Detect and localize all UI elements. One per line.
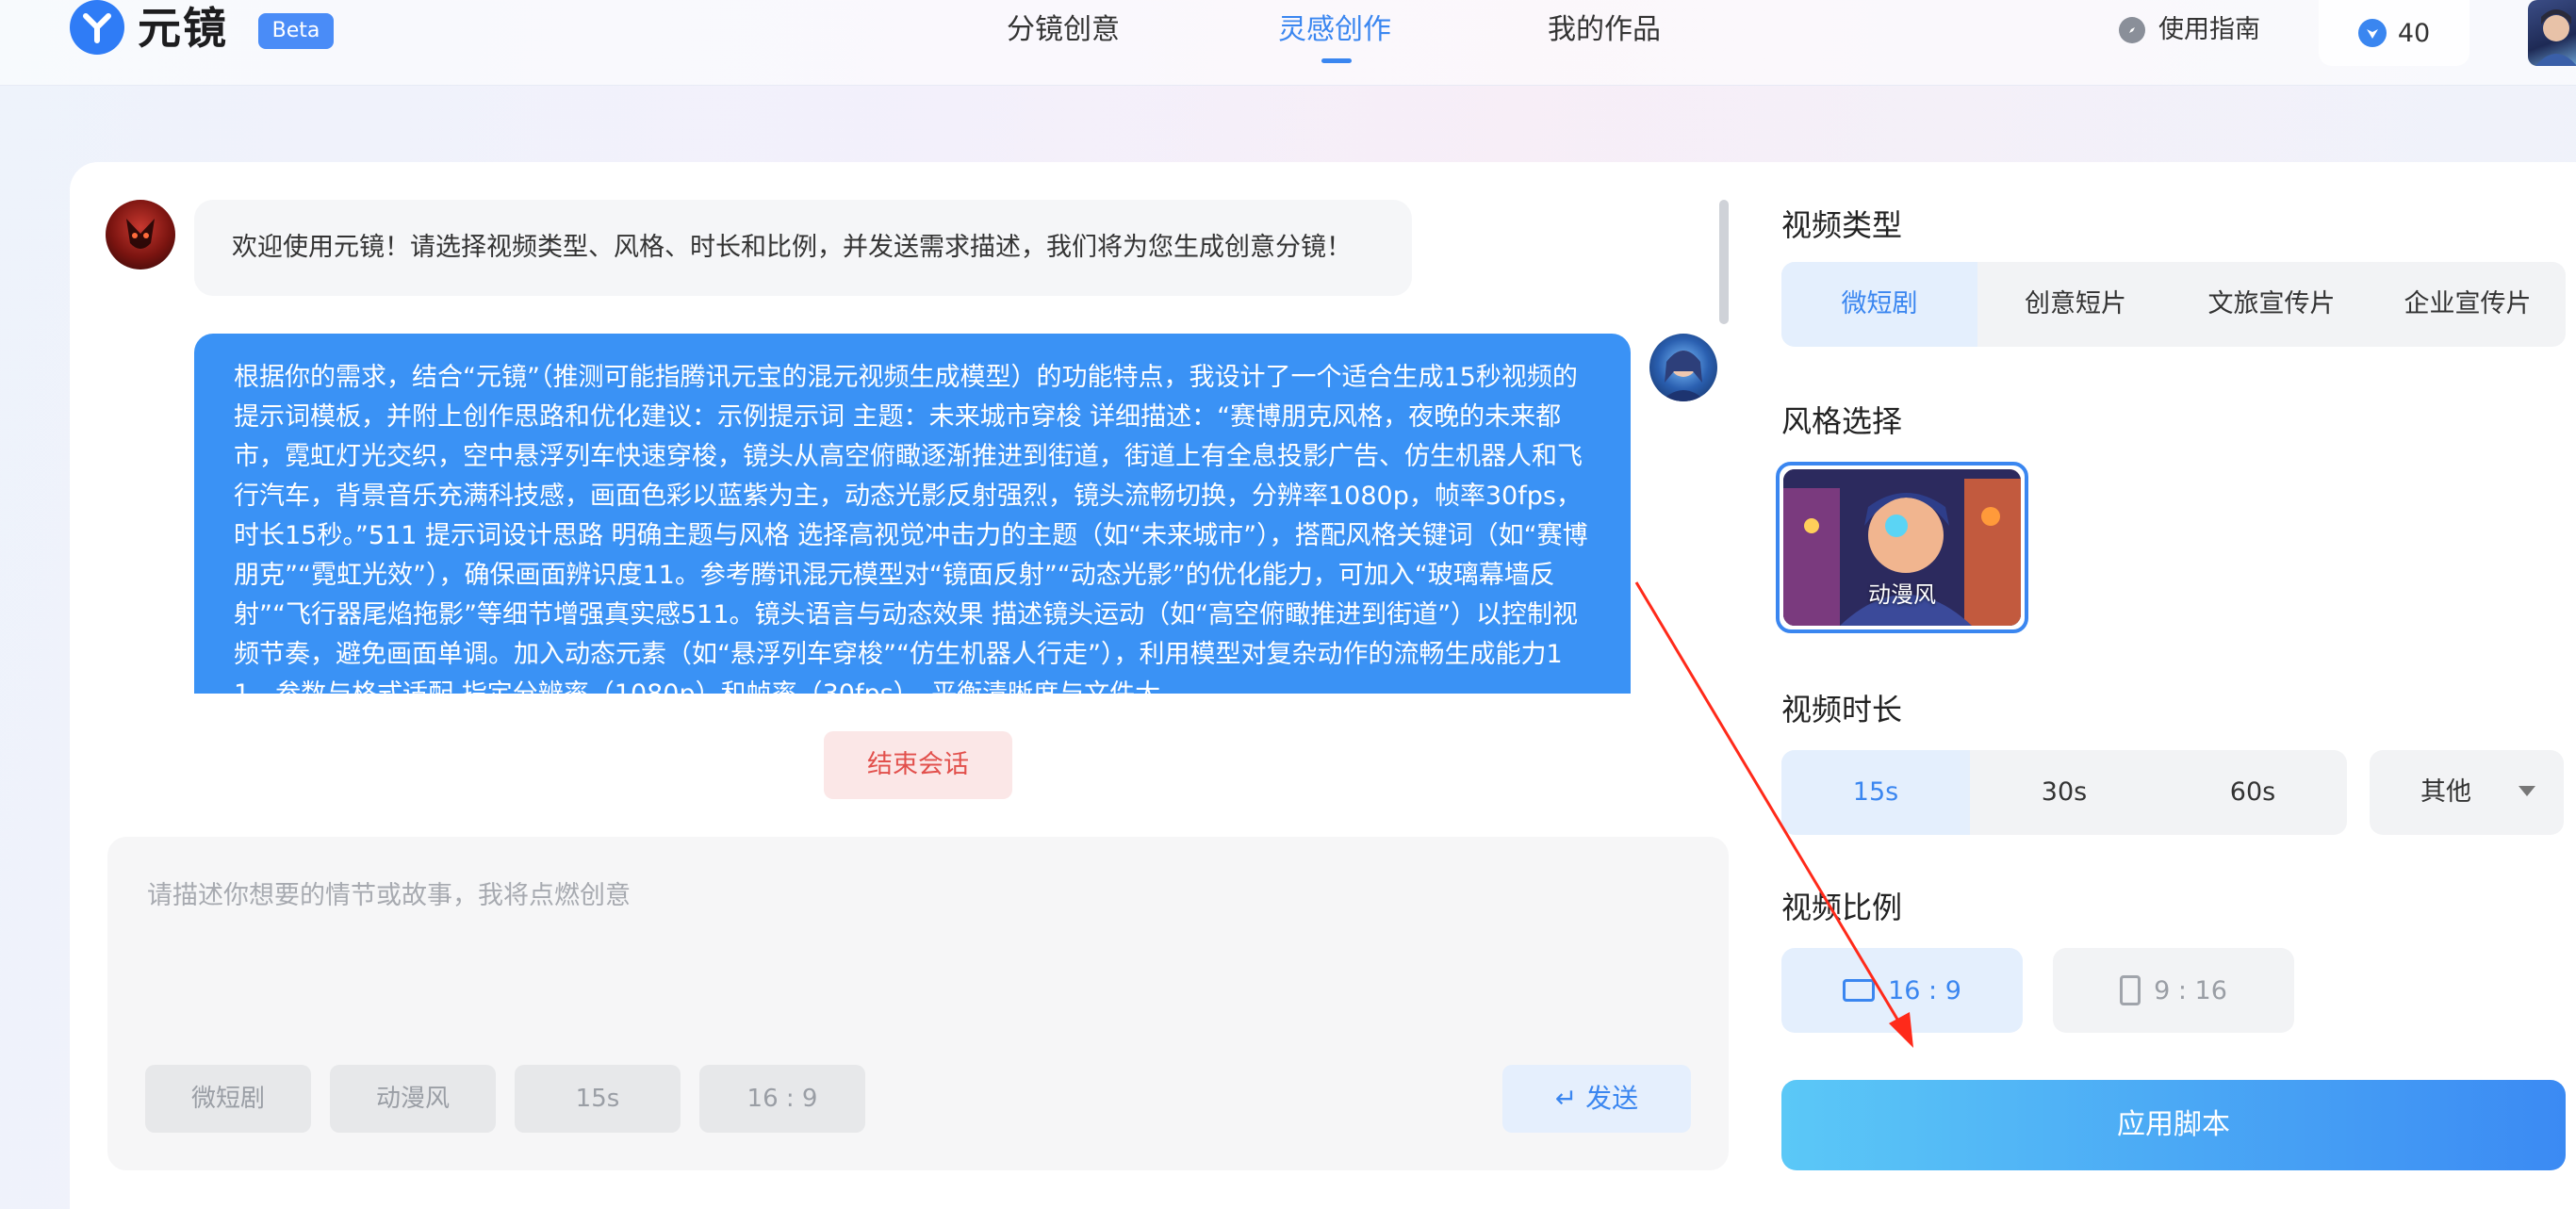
video-type-creative-short[interactable]: 创意短片 bbox=[1977, 262, 2174, 347]
ratio-9-16-label: 9 : 16 bbox=[2154, 975, 2227, 1005]
bot-avatar bbox=[106, 200, 175, 270]
ratio-16-9-button[interactable]: 16 : 9 bbox=[1781, 948, 2023, 1033]
chip-style: 动漫风 bbox=[330, 1065, 496, 1133]
ratio-title: 视频比例 bbox=[1781, 890, 1903, 925]
style-card-label: 动漫风 bbox=[1868, 581, 1936, 608]
duration-other-dropdown[interactable]: 其他 bbox=[2370, 750, 2564, 835]
user-message: 根据你的需求，结合“元镜”（推测可能指腾讯元宝的混元视频生成模型）的功能特点，我… bbox=[194, 334, 1631, 694]
duration-60s[interactable]: 60s bbox=[2158, 750, 2347, 835]
video-type-selector: 微短剧 创意短片 文旅宣传片 企业宣传片 bbox=[1781, 262, 2566, 347]
enter-icon: ↵ bbox=[1554, 1083, 1578, 1114]
logo-text: 元镜 bbox=[138, 3, 228, 54]
style-title: 风格选择 bbox=[1781, 403, 1903, 439]
ratio-9-16-button[interactable]: 9 : 16 bbox=[2053, 948, 2294, 1033]
credits-count: 40 bbox=[2397, 18, 2431, 48]
nav-inspiration[interactable]: 灵感创作 bbox=[1278, 0, 1391, 60]
credit-gem-icon bbox=[2357, 19, 2387, 47]
style-card-anime[interactable]: 动漫风 bbox=[1776, 462, 2028, 633]
apply-script-button[interactable]: 应用脚本 bbox=[1781, 1080, 2566, 1170]
ratio-16-9-label: 16 : 9 bbox=[1888, 975, 1961, 1005]
logo-icon bbox=[70, 0, 124, 55]
nav-storyboard[interactable]: 分镜创意 bbox=[1007, 0, 1120, 60]
duration-15s[interactable]: 15s bbox=[1781, 750, 1970, 835]
style-thumbnail: 动漫风 bbox=[1783, 469, 2021, 626]
top-header: 元镜 Beta 分镜创意 灵感创作 我的作品 使用指南 40 bbox=[0, 0, 2576, 86]
duration-title: 视频时长 bbox=[1781, 692, 1903, 727]
video-type-corporate-promo[interactable]: 企业宣传片 bbox=[2370, 262, 2566, 347]
end-session-button[interactable]: 结束会话 bbox=[824, 731, 1012, 799]
portrait-icon bbox=[2120, 975, 2141, 1005]
chip-ratio: 16 : 9 bbox=[699, 1065, 865, 1133]
video-type-tourism-promo[interactable]: 文旅宣传片 bbox=[2174, 262, 2370, 347]
nav-my-works[interactable]: 我的作品 bbox=[1548, 0, 1661, 60]
landscape-icon bbox=[1843, 979, 1876, 1002]
video-type-micro-drama[interactable]: 微短剧 bbox=[1781, 262, 1977, 347]
welcome-message: 欢迎使用元镜！请选择视频类型、风格、时长和比例，并发送需求描述，我们将为您生成创… bbox=[194, 200, 1412, 296]
chip-duration: 15s bbox=[515, 1065, 681, 1133]
duration-other-label: 其他 bbox=[2420, 777, 2471, 807]
credits-badge[interactable]: 40 bbox=[2319, 0, 2469, 66]
compass-icon bbox=[2119, 17, 2145, 43]
chip-video-type: 微短剧 bbox=[145, 1065, 311, 1133]
send-label: 发送 bbox=[1585, 1083, 1639, 1114]
user-avatar[interactable] bbox=[2528, 0, 2576, 66]
guide-link[interactable]: 使用指南 bbox=[2119, 0, 2260, 60]
send-button[interactable]: ↵ 发送 bbox=[1502, 1065, 1691, 1133]
nav-active-indicator bbox=[1321, 58, 1352, 63]
duration-selector: 15s 30s 60s bbox=[1781, 750, 2347, 835]
chat-scrollbar[interactable] bbox=[1719, 200, 1729, 324]
video-type-title: 视频类型 bbox=[1781, 207, 1903, 243]
user-chat-avatar bbox=[1649, 334, 1717, 401]
prompt-input-placeholder: 请描述你想要的情节或故事，我将点燃创意 bbox=[147, 881, 631, 910]
chevron-down-icon bbox=[2519, 786, 2535, 796]
beta-badge: Beta bbox=[258, 13, 334, 49]
guide-label: 使用指南 bbox=[2158, 15, 2260, 44]
duration-30s[interactable]: 30s bbox=[1970, 750, 2158, 835]
prompt-input-area[interactable]: 请描述你想要的情节或故事，我将点燃创意 微短剧 动漫风 15s 16 : 9 ↵… bbox=[107, 837, 1729, 1170]
